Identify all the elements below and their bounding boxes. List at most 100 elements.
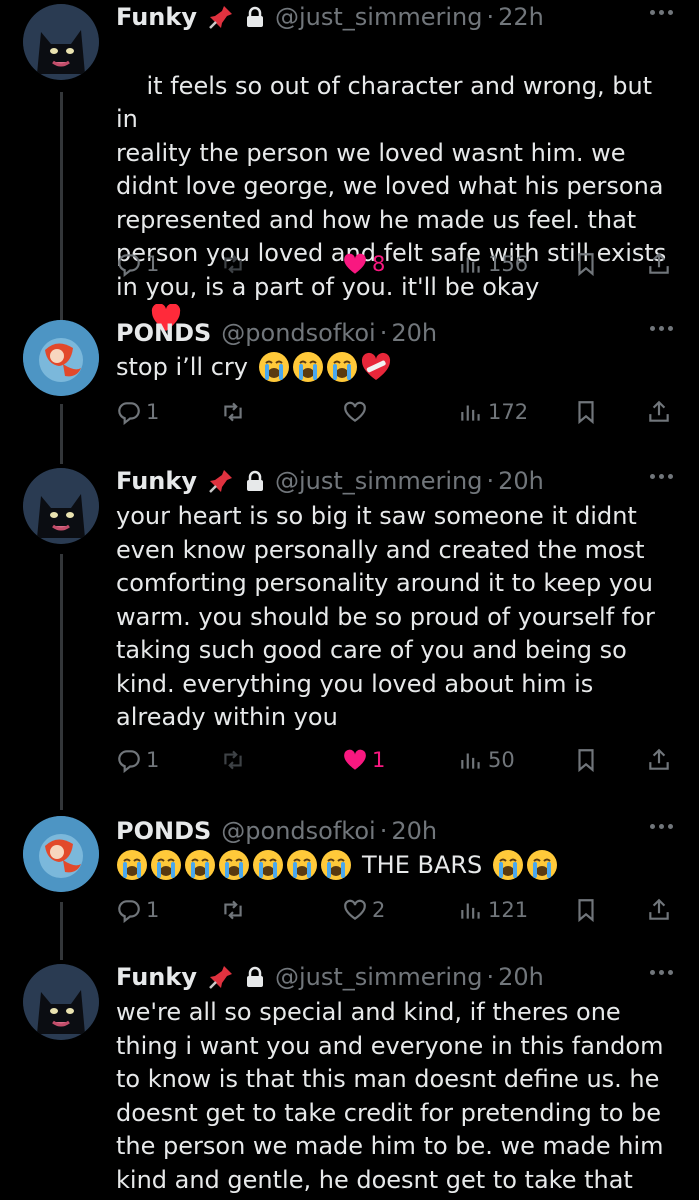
share-button[interactable]	[646, 744, 672, 776]
avatar[interactable]	[23, 816, 99, 892]
tweet-header: Funky @just_simmering · 20h	[116, 464, 544, 498]
like-button[interactable]: 8	[342, 248, 385, 280]
tweet-header: PONDS @pondsofkoi · 20h	[116, 316, 437, 350]
tweet-header: Funky @just_simmering · 20h	[116, 960, 544, 994]
more-options-icon[interactable]	[650, 824, 673, 829]
loudly-crying-face-icon	[287, 850, 317, 880]
share-button[interactable]	[646, 894, 672, 926]
retweet-button[interactable]	[220, 894, 246, 926]
like-button[interactable]: 1	[342, 744, 385, 776]
more-options-icon[interactable]	[650, 10, 673, 15]
retweet-button[interactable]	[220, 396, 246, 428]
tweet-text-content: THE BARS	[362, 851, 483, 879]
bookmark-button[interactable]	[573, 744, 599, 776]
bookmark-button[interactable]	[573, 396, 599, 428]
retweet-button[interactable]	[220, 744, 246, 776]
reply-button[interactable]: 1	[116, 744, 159, 776]
bookmark-icon	[578, 749, 594, 773]
separator-dot: ·	[486, 467, 495, 495]
reply-icon	[118, 402, 140, 425]
view-count: 172	[488, 400, 529, 424]
retweet-icon	[224, 402, 242, 422]
timestamp[interactable]: 20h	[498, 467, 544, 495]
loudly-crying-face-icon	[527, 850, 558, 880]
more-options-icon[interactable]	[650, 326, 673, 331]
reply-button[interactable]: 1	[116, 894, 159, 926]
view-count: 121	[488, 898, 529, 922]
avatar[interactable]	[23, 964, 99, 1040]
tweet-text: we're all so special and kind, if theres…	[116, 998, 664, 1194]
tweet[interactable]: PONDS @pondsofkoi · 20h stop i’ll cry 1 …	[0, 316, 699, 446]
bookmark-icon	[578, 401, 594, 425]
like-button[interactable]: 2	[342, 894, 385, 926]
tweet-header: Funky @just_simmering · 22h	[116, 0, 544, 34]
bookmark-button[interactable]	[573, 248, 599, 280]
reply-button[interactable]: 1	[116, 396, 159, 428]
tweet-text: it feels so out of character and wrong, …	[116, 36, 676, 331]
timestamp[interactable]: 20h	[391, 817, 437, 845]
tweet-text: THE BARS	[116, 848, 560, 882]
heart-outline-icon	[344, 899, 366, 920]
views-button[interactable]: 172	[458, 396, 528, 428]
tweet[interactable]: Funky @just_simmering · 20h your heart i…	[0, 464, 699, 804]
view-count: 50	[488, 748, 515, 772]
views-bar-icon	[461, 257, 480, 273]
views-button[interactable]: 156	[458, 248, 528, 280]
timestamp[interactable]: 20h	[391, 319, 437, 347]
avatar[interactable]	[23, 4, 99, 80]
reply-count: 1	[146, 252, 160, 276]
username[interactable]: @pondsofkoi	[221, 817, 375, 845]
username[interactable]: @just_simmering	[275, 467, 482, 495]
loudly-crying-face-icon	[259, 352, 289, 382]
avatar[interactable]	[23, 320, 99, 396]
bookmark-button[interactable]	[573, 894, 599, 926]
display-name[interactable]: PONDS	[116, 319, 211, 347]
bookmark-icon	[578, 899, 594, 923]
timestamp[interactable]: 20h	[498, 963, 544, 991]
tweet[interactable]: Funky @just_simmering · 20h we're all so…	[0, 960, 699, 1200]
username[interactable]: @just_simmering	[275, 3, 482, 31]
cat-avatar-icon	[23, 468, 99, 544]
views-button[interactable]: 121	[458, 894, 528, 926]
tweet[interactable]: PONDS @pondsofkoi · 20h THE BARS 1 2 121	[0, 814, 699, 944]
retweet-button[interactable]	[220, 248, 246, 280]
username[interactable]: @just_simmering	[275, 963, 482, 991]
loudly-crying-face-icon	[253, 850, 283, 880]
more-options-icon[interactable]	[650, 474, 673, 479]
tweet-actions: 1 1 50	[116, 744, 676, 776]
ponyo-avatar-icon	[23, 816, 99, 892]
heart-filled-icon	[344, 253, 366, 274]
like-button[interactable]	[342, 396, 372, 428]
more-options-icon[interactable]	[650, 970, 673, 975]
display-name[interactable]: Funky	[116, 963, 197, 991]
share-icon	[649, 898, 669, 920]
pushpin-icon	[207, 467, 235, 495]
share-icon	[649, 400, 669, 422]
display-name[interactable]: Funky	[116, 3, 197, 31]
loudly-crying-face-icon	[293, 352, 323, 382]
avatar[interactable]	[23, 468, 99, 544]
views-bar-icon	[461, 405, 480, 421]
username[interactable]: @pondsofkoi	[221, 319, 375, 347]
share-icon	[649, 252, 669, 274]
reply-icon	[118, 254, 140, 277]
like-count: 8	[372, 252, 386, 276]
loudly-crying-face-icon	[117, 850, 147, 880]
tweet-text: your heart is so big it saw someone it d…	[116, 502, 655, 731]
reply-button[interactable]: 1	[116, 248, 159, 280]
share-button[interactable]	[646, 248, 672, 280]
like-count: 2	[372, 898, 386, 922]
retweet-icon	[224, 750, 242, 770]
views-button[interactable]: 50	[458, 744, 515, 776]
retweet-icon	[224, 254, 242, 274]
loudly-crying-face-icon	[327, 352, 357, 382]
display-name[interactable]: PONDS	[116, 817, 211, 845]
tweet-header: PONDS @pondsofkoi · 20h	[116, 814, 437, 848]
tweet[interactable]: Funky @just_simmering · 22h it feels so …	[0, 0, 699, 331]
timestamp[interactable]: 22h	[498, 3, 544, 31]
share-button[interactable]	[646, 396, 672, 428]
cat-avatar-icon	[23, 964, 99, 1040]
heart-outline-icon	[344, 401, 366, 422]
display-name[interactable]: Funky	[116, 467, 197, 495]
loudly-crying-face-icon	[493, 850, 524, 880]
